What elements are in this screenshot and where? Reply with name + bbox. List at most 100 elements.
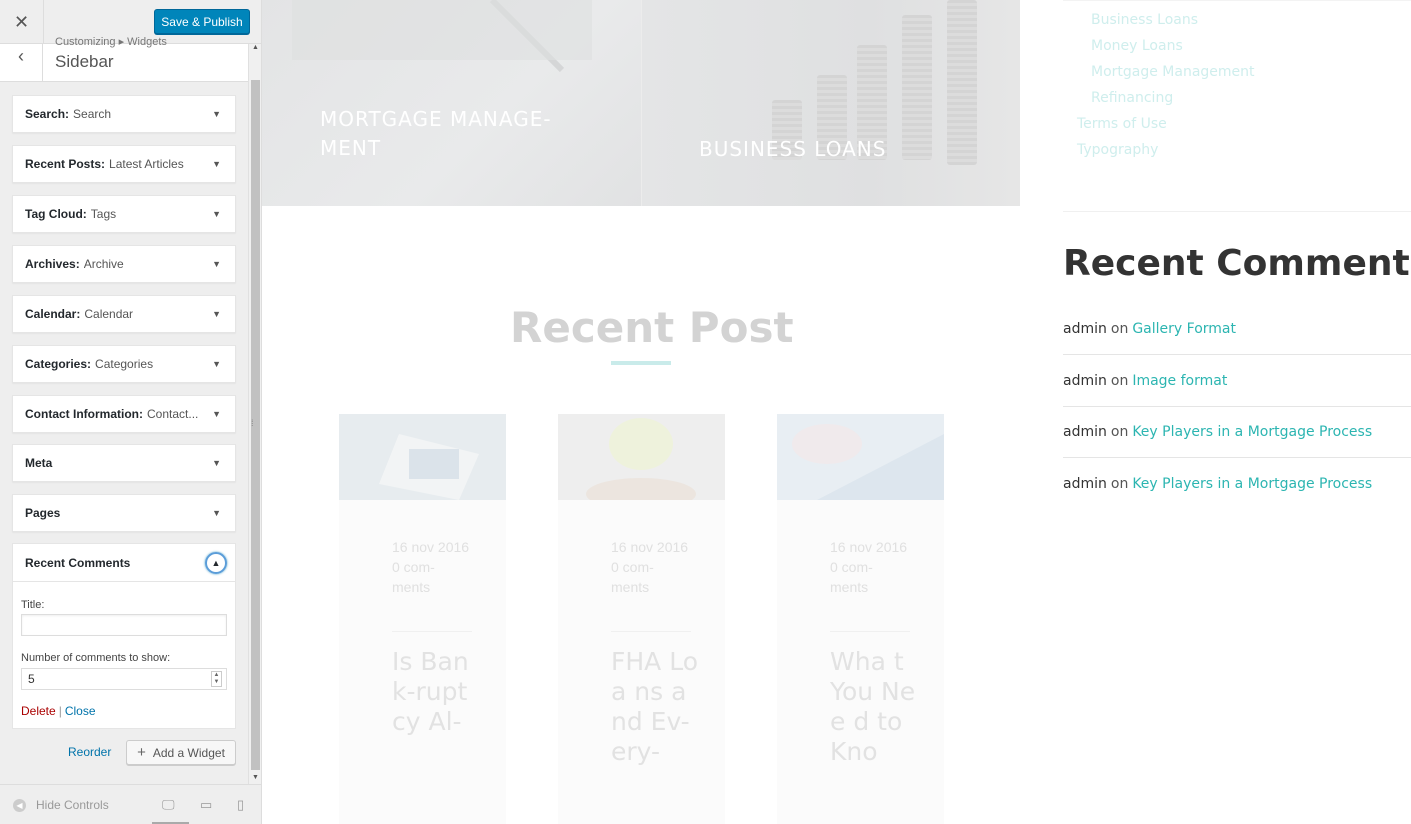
widget-header[interactable]: Recent Comments ▲ [13,544,235,582]
hero-title: MORTGAGE MANAGE-MENT [320,107,552,160]
resize-grip-icon[interactable]: ⁞ [251,418,254,428]
spinner-icon[interactable]: ▲ ▼ [211,671,222,687]
heading-underline [611,361,671,365]
customizer-panel: ✕ Save & Publish ‹ Customizing ▸ Widgets… [0,0,262,824]
hero-tile-business-loans[interactable]: BUSINESS LOANS [641,0,1020,206]
widget-title: Categories [95,357,154,371]
title-input[interactable] [21,614,227,636]
divider [830,631,910,632]
page-link-refinancing[interactable]: Refinancing [1091,90,1173,106]
page-link-typography[interactable]: Typography [1077,142,1158,158]
expand-arrow-icon[interactable]: ▼ [212,409,221,419]
add-widget-label: Add a Widget [152,745,225,760]
post-comments-count[interactable]: 0 com-ments [611,557,691,597]
collapse-icon: ◀ [13,798,26,812]
expand-arrow-icon[interactable]: ▼ [212,209,221,219]
comment-count-stepper[interactable]: 5 ▲ ▼ [21,668,227,690]
expand-arrow-icon[interactable]: ▼ [212,159,221,169]
close-link[interactable]: Close [65,704,96,718]
widget-archives[interactable]: Archives: Archive ▼ [12,245,236,283]
separator: | [58,704,62,718]
expand-arrow-icon[interactable]: ▼ [212,359,221,369]
widget-pages[interactable]: Pages ▼ [12,494,236,532]
post-meta: 16 nov 2016 0 com-ments [830,537,910,597]
delete-link[interactable]: Delete [21,704,56,718]
widget-name: Meta [25,456,53,470]
reorder-link[interactable]: Reorder [68,745,111,759]
widget-actions: Delete | Close [21,704,96,718]
widget-tag-cloud[interactable]: Tag Cloud: Tags ▼ [12,195,236,233]
expand-arrow-icon[interactable]: ▼ [212,508,221,518]
close-customizer-button[interactable]: ✕ [0,0,44,44]
page-link-business-loans[interactable]: Business Loans [1091,12,1198,28]
widget-search[interactable]: Search: Search ▼ [12,95,236,133]
widget-contact-information[interactable]: Contact Information: Contact... ▼ [12,395,236,433]
comment-on: on [1110,424,1129,440]
scroll-down-icon[interactable]: ▼ [252,774,259,781]
expand-arrow-icon[interactable]: ▼ [212,309,221,319]
desktop-icon[interactable]: 🖵 [162,797,175,813]
post-title[interactable]: FHA Loa ns and Ev-ery- [611,647,701,767]
post-thumbnail[interactable] [777,414,944,500]
post-date: 16 nov 2016 [392,539,470,555]
post-thumbnail[interactable] [558,414,725,500]
comment-on: on [1110,373,1129,389]
page-link-terms-of-use[interactable]: Terms of Use [1077,116,1167,132]
recent-post-heading: Recent Post [510,303,794,352]
page-link-money-loans[interactable]: Money Loans [1091,38,1183,54]
post-meta: 16 nov 2016 0 com-ments [392,537,472,597]
widget-name: Recent Posts: [25,157,106,171]
widget-calendar[interactable]: Calendar: Calendar ▼ [12,295,236,333]
widget-title: Search [73,107,112,121]
post-date: 16 nov 2016 [611,539,689,555]
comment-post-link[interactable]: Key Players in a Mortgage Process [1132,424,1372,440]
post-title[interactable]: Is Ban k-rupt cy Al- [392,647,482,737]
post-card[interactable]: 16 nov 2016 0 com-ments Is Ban k-rupt cy… [339,414,506,824]
widget-categories[interactable]: Categories: Categories ▼ [12,345,236,383]
hide-controls-button[interactable]: ◀ Hide Controls [13,798,109,812]
plus-icon: + [137,744,146,761]
panel-scrollbar[interactable]: ▲ ▼ [248,44,261,784]
comment-item: admin on Gallery Format [1063,303,1411,355]
post-comments-count[interactable]: 0 com-ments [830,557,910,597]
expand-arrow-icon[interactable]: ▼ [212,458,221,468]
comment-author: admin [1063,476,1107,492]
widget-title: Contact... [147,407,199,421]
comment-post-link[interactable]: Key Players in a Mortgage Process [1132,476,1372,492]
hero-photo-pen [292,0,592,73]
tablet-icon[interactable]: ▭ [200,797,212,813]
hero-tile-mortgage[interactable]: MORTGAGE MANAGE-MENT [262,0,641,206]
comment-post-link[interactable]: Gallery Format [1132,321,1236,337]
scroll-up-icon[interactable]: ▲ [252,44,259,51]
widget-name: Calendar: [25,307,81,321]
add-widget-button[interactable]: + Add a Widget [126,740,236,765]
widget-name: Pages [25,506,61,520]
widget-name: Search: [25,107,70,121]
save-publish-button[interactable]: Save & Publish [154,9,250,34]
hero-title: BUSINESS LOANS [699,137,887,161]
comment-item: admin on Key Players in a Mortgage Process [1063,406,1411,458]
hide-controls-label: Hide Controls [36,798,109,812]
page-link-mortgage-management[interactable]: Mortgage Management [1091,64,1255,80]
widget-recent-posts[interactable]: Recent Posts: Latest Articles ▼ [12,145,236,183]
sidebar-divider [1063,211,1411,212]
widget-name: Categories: [25,357,92,371]
post-thumbnail[interactable] [339,414,506,500]
mobile-icon[interactable]: ▯ [237,797,244,813]
post-title[interactable]: Wha t You Nee d to Kno [830,647,920,767]
collapse-arrow-icon[interactable]: ▲ [205,552,227,574]
title-label: Title: [21,599,45,611]
site-preview: MORTGAGE MANAGE-MENT BUSINESS LOANS Rece… [262,0,1411,824]
comment-item: admin on Image format [1063,355,1411,407]
post-card[interactable]: 16 nov 2016 0 com-ments Wha t You Nee d … [777,414,944,824]
comment-post-link[interactable]: Image format [1132,373,1227,389]
comment-author: admin [1063,321,1107,337]
comment-author: admin [1063,424,1107,440]
back-button[interactable]: ‹ [0,44,43,82]
post-date: 16 nov 2016 [830,539,908,555]
post-card[interactable]: 16 nov 2016 0 com-ments FHA Loa ns and E… [558,414,725,824]
widget-meta[interactable]: Meta ▼ [12,444,236,482]
expand-arrow-icon[interactable]: ▼ [212,259,221,269]
expand-arrow-icon[interactable]: ▼ [212,109,221,119]
post-comments-count[interactable]: 0 com-ments [392,557,472,597]
